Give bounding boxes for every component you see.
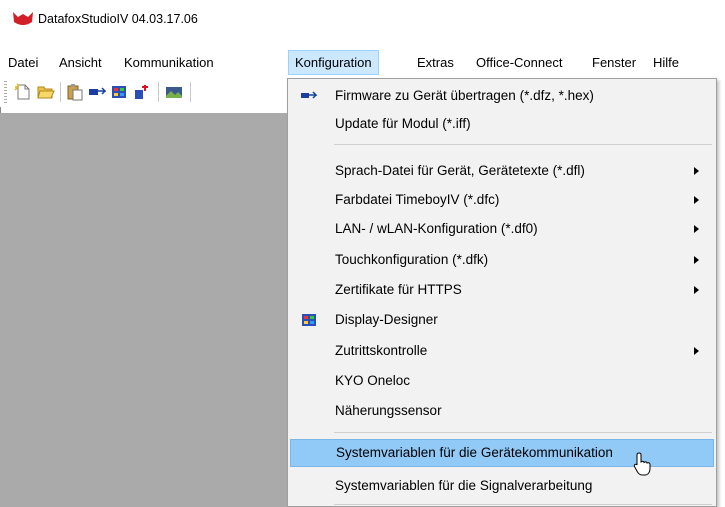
toolbar-separator	[60, 82, 61, 102]
menu-ansicht[interactable]: Ansicht	[53, 50, 108, 75]
title-bar: DatafoxStudioIV 04.03.17.06	[0, 0, 725, 38]
toolbar-separator	[190, 82, 191, 102]
menu-item-systemvariablen-signalverarbeitung[interactable]: Systemvariablen für die Signalverarbeitu…	[289, 472, 715, 500]
submenu-arrow-icon	[694, 167, 699, 175]
menu-item-sprach-datei[interactable]: Sprach-Datei für Gerät, Gerätetexte (*.d…	[289, 157, 715, 185]
toolbar-separator	[158, 82, 159, 102]
submenu-arrow-icon	[694, 225, 699, 233]
submenu-arrow-icon	[694, 286, 699, 294]
paste-icon[interactable]	[66, 83, 84, 101]
window-title: DatafoxStudioIV 04.03.17.06	[38, 12, 198, 26]
menu-bar: Datei Ansicht Kommunikation Konfiguratio…	[0, 50, 725, 75]
submenu-arrow-icon	[694, 196, 699, 204]
menu-item-farbdatei[interactable]: Farbdatei TimeboyIV (*.dfc)	[289, 186, 715, 214]
menu-konfiguration[interactable]: Konfiguration	[288, 50, 379, 75]
submenu-arrow-icon	[694, 347, 699, 355]
menu-separator	[334, 504, 712, 505]
menu-item-zutrittskontrolle[interactable]: Zutrittskontrolle	[289, 337, 715, 365]
menu-hilfe[interactable]: Hilfe	[647, 50, 685, 75]
new-file-icon[interactable]	[14, 83, 32, 101]
workspace-area	[0, 113, 290, 507]
device-transfer-icon	[301, 91, 317, 99]
datafox-logo-icon	[13, 12, 33, 25]
menu-item-lan-konfiguration[interactable]: LAN- / wLAN-Konfiguration (*.df0)	[289, 215, 715, 243]
menu-separator	[334, 144, 712, 145]
menu-datei[interactable]: Datei	[2, 50, 44, 75]
menu-separator	[334, 432, 712, 433]
menu-item-zertifikate[interactable]: Zertifikate für HTTPS	[289, 276, 715, 304]
network-icon[interactable]	[133, 83, 151, 101]
menu-extras[interactable]: Extras	[411, 50, 460, 75]
toolbar-grip[interactable]	[4, 81, 7, 103]
open-folder-icon[interactable]	[37, 83, 55, 101]
display-designer-icon[interactable]	[110, 83, 128, 101]
menu-item-naeherungssensor[interactable]: Näherungssensor	[289, 397, 715, 425]
menu-item-update-modul[interactable]: Update für Modul (*.iff)	[289, 110, 715, 138]
menu-item-firmware-uebertragen[interactable]: Firmware zu Gerät übertragen (*.dfz, *.h…	[289, 82, 715, 110]
mouse-pointer-icon	[633, 452, 651, 476]
menu-fenster[interactable]: Fenster	[586, 50, 642, 75]
konfiguration-dropdown-menu: Firmware zu Gerät übertragen (*.dfz, *.h…	[287, 78, 717, 507]
device-transfer-icon[interactable]	[88, 83, 106, 101]
menu-item-display-designer[interactable]: Display-Designer	[289, 306, 715, 334]
menu-kommunikation[interactable]: Kommunikation	[118, 50, 220, 75]
menu-item-touchkonfiguration[interactable]: Touchkonfiguration (*.dfk)	[289, 246, 715, 274]
submenu-arrow-icon	[694, 256, 699, 264]
menu-item-kyo-oneloc[interactable]: KYO Oneloc	[289, 367, 715, 395]
menu-office-connect[interactable]: Office-Connect	[470, 50, 568, 75]
image-icon[interactable]	[165, 83, 183, 101]
display-designer-icon	[302, 314, 316, 326]
